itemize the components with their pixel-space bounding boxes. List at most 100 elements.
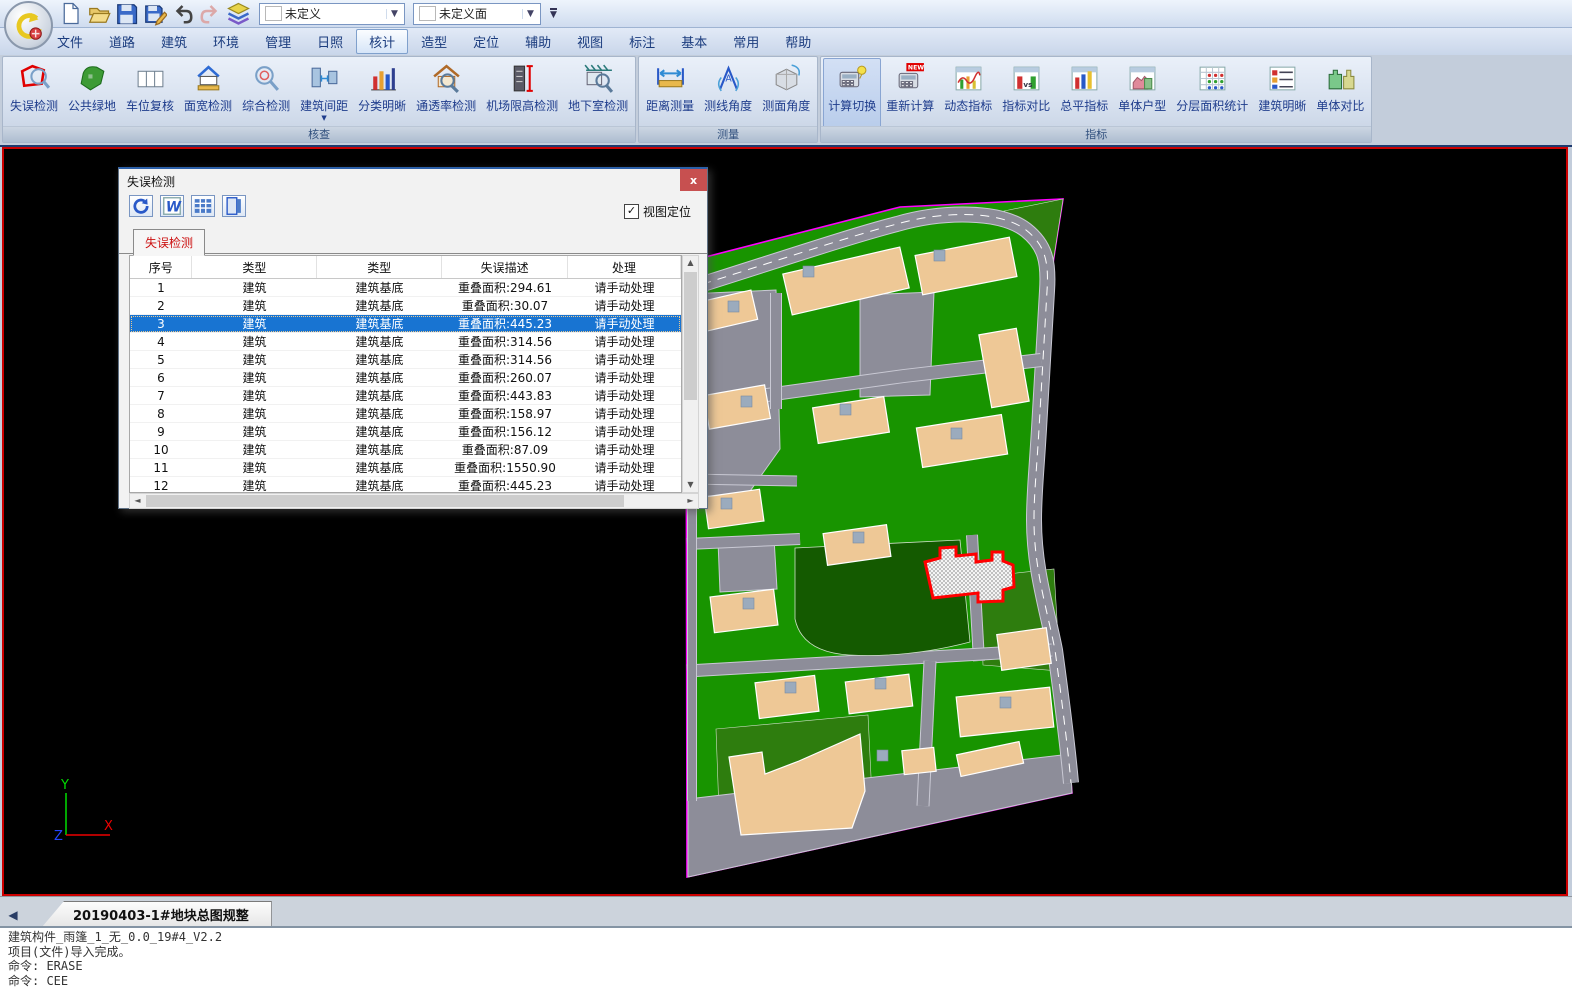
ribbon-button-动态指标[interactable]: 动态指标 [939, 58, 997, 128]
face-style-combo[interactable]: 未定义面 ▼ [413, 3, 541, 25]
column-header-4[interactable]: 处理 [568, 256, 681, 278]
ribbon-button-分层面积统计[interactable]: 分层面积统计 [1171, 58, 1253, 128]
ribbon-button-计算切换[interactable]: 计算切换 [823, 58, 881, 128]
ribbon-group-测量: 距离测量A测线角度测面角度测量 [638, 56, 818, 143]
ribbon-button-label: 综合检测 [242, 97, 290, 114]
document-tab[interactable]: 20190403-1#地块总图规整 [42, 901, 272, 927]
ribbon-button-机场限高检测[interactable]: 机场限高检测 [481, 58, 563, 128]
building-footprint[interactable] [997, 628, 1052, 671]
toolbar-overflow-icon[interactable]: ▼ [550, 8, 557, 19]
table-row[interactable]: 6建筑建筑基底重叠面积:260.07请手动处理 [130, 369, 681, 387]
ribbon-button-通透率检测[interactable]: 通透率检测 [411, 58, 481, 128]
building-footprint[interactable] [902, 747, 936, 774]
ribbon-button-地下室检测[interactable]: 地下室检测 [563, 58, 633, 128]
ribbon-button-公共绿地[interactable]: 公共绿地 [63, 58, 121, 128]
menu-tab-常用[interactable]: 常用 [720, 29, 772, 54]
table-row[interactable]: 10建筑建筑基底重叠面积:87.09请手动处理 [130, 441, 681, 459]
menu-tab-道路[interactable]: 道路 [96, 29, 148, 54]
ribbon-button-车位复核[interactable]: 车位复核 [121, 58, 179, 128]
layer-style-combo[interactable]: 未定义 ▼ [259, 3, 405, 25]
word-export-button[interactable]: W [160, 195, 184, 217]
column-header-1[interactable]: 类型 [192, 256, 317, 278]
table-row[interactable]: 4建筑建筑基底重叠面积:314.56请手动处理 [130, 333, 681, 351]
view-locate-checkbox[interactable]: ✓ [624, 204, 639, 219]
save-as-button[interactable] [142, 3, 167, 25]
error-table-header: 序号类型类型失误描述处理 [130, 256, 681, 279]
table-row[interactable]: 11建筑建筑基底重叠面积:1550.90请手动处理 [130, 459, 681, 477]
table-row[interactable]: 9建筑建筑基底重叠面积:156.12请手动处理 [130, 423, 681, 441]
menu-tab-标注[interactable]: 标注 [616, 29, 668, 54]
ribbon-button-label: 测面角度 [762, 97, 810, 114]
horizontal-scroll-thumb[interactable] [146, 495, 624, 507]
ribbon-button-测面角度[interactable]: 测面角度 [757, 58, 815, 128]
tab-error-detect[interactable]: 失误检测 [133, 229, 205, 256]
menu-tab-日照[interactable]: 日照 [304, 29, 356, 54]
menu-tab-辅助[interactable]: 辅助 [512, 29, 564, 54]
column-header-0[interactable]: 序号 [130, 256, 192, 278]
dialog-title[interactable]: 失误检测 [119, 169, 707, 193]
column-header-3[interactable]: 失误描述 [442, 256, 568, 278]
menu-tab-环境[interactable]: 环境 [200, 29, 252, 54]
error-detect-dialog[interactable]: 失误检测 x W ✓ 视图定位 失误检测 序号类型类型失误描述处理 1建筑建筑基… [118, 167, 708, 509]
table-row[interactable]: 2建筑建筑基底重叠面积:30.07请手动处理 [130, 297, 681, 315]
command-line-panel[interactable]: 建筑构件_雨篷_1_无_0.0_19#4_V2.2项目(文件)导入完成。命令: … [0, 926, 1572, 990]
scroll-down-icon[interactable]: ▼ [683, 478, 698, 492]
building-footprint[interactable] [710, 589, 778, 633]
ribbon-button-单体户型[interactable]: 单体户型 [1113, 58, 1171, 128]
ribbon-button-单体对比[interactable]: 单体对比 [1311, 58, 1369, 128]
layer-style-value: 未定义 [285, 5, 382, 22]
table-row[interactable]: 7建筑建筑基底重叠面积:443.83请手动处理 [130, 387, 681, 405]
ribbon-button-建筑间距[interactable]: 建筑间距▼ [295, 58, 353, 128]
close-panel-button[interactable] [222, 195, 246, 217]
refresh-button[interactable] [129, 195, 153, 217]
ribbon-button-建筑明晰[interactable]: 建筑明晰 [1253, 58, 1311, 128]
chevron-down-icon[interactable]: ▼ [386, 9, 402, 19]
ribbon-button-重新计算[interactable]: NEW重新计算 [881, 58, 939, 128]
save-button[interactable] [114, 3, 139, 25]
menu-tab-造型[interactable]: 造型 [408, 29, 460, 54]
table-row[interactable]: 3建筑建筑基底重叠面积:445.23请手动处理 [130, 315, 681, 333]
menu-tab-帮助[interactable]: 帮助 [772, 29, 824, 54]
unit-type-icon [1126, 62, 1159, 95]
menu-tab-建筑[interactable]: 建筑 [148, 29, 200, 54]
tab-scroll-left-icon[interactable]: ◀ [0, 908, 26, 927]
vertical-scrollbar[interactable]: ▲ ▼ [682, 255, 699, 493]
chevron-down-icon[interactable]: ▼ [321, 115, 326, 121]
table-export-button[interactable] [191, 195, 215, 217]
menu-tab-管理[interactable]: 管理 [252, 29, 304, 54]
scroll-right-icon[interactable]: ► [683, 494, 698, 508]
column-header-2[interactable]: 类型 [317, 256, 442, 278]
chevron-down-icon[interactable]: ▼ [522, 9, 538, 19]
ribbon-button-指标对比[interactable]: vs指标对比 [997, 58, 1055, 128]
ribbon-button-综合检测[interactable]: 综合检测 [237, 58, 295, 128]
table-row[interactable]: 12建筑建筑基底重叠面积:445.23请手动处理 [130, 477, 681, 493]
vertical-scroll-thumb[interactable] [684, 272, 697, 400]
error-table[interactable]: 序号类型类型失误描述处理 1建筑建筑基底重叠面积:294.61请手动处理2建筑建… [129, 255, 682, 493]
drawing-canvas[interactable]: Y X Z 失误检测 x W ✓ 视图定位 失误检测 序号类型类型失误描述处理 … [2, 147, 1568, 896]
menu-tab-基本[interactable]: 基本 [668, 29, 720, 54]
menu-tab-定位[interactable]: 定位 [460, 29, 512, 54]
ribbon-button-分类明晰[interactable]: 分类明晰 [353, 58, 411, 128]
ribbon-button-测线角度[interactable]: A测线角度 [699, 58, 757, 128]
menu-tab-视图[interactable]: 视图 [564, 29, 616, 54]
ribbon-button-面宽检测[interactable]: 面宽检测 [179, 58, 237, 128]
app-logo[interactable] [4, 1, 53, 50]
menu-tab-核计[interactable]: 核计 [356, 29, 408, 54]
table-cell: 建筑 [192, 405, 317, 422]
layers-button[interactable] [226, 3, 251, 25]
ribbon-button-距离测量[interactable]: 距离测量 [641, 58, 699, 128]
ribbon-button-失误检测[interactable]: 失误检测 [5, 58, 63, 128]
redo-button[interactable] [198, 3, 223, 25]
scroll-up-icon[interactable]: ▲ [683, 256, 698, 270]
document-tab-bar: ◀ 20190403-1#地块总图规整 [0, 896, 1572, 927]
new-file-button[interactable] [58, 3, 83, 25]
ribbon-button-总平指标[interactable]: 总平指标 [1055, 58, 1113, 128]
open-file-button[interactable] [86, 3, 111, 25]
table-row[interactable]: 5建筑建筑基底重叠面积:314.56请手动处理 [130, 351, 681, 369]
horizontal-scrollbar[interactable]: ◄ ► [129, 493, 699, 509]
table-row[interactable]: 1建筑建筑基底重叠面积:294.61请手动处理 [130, 279, 681, 297]
undo-button[interactable] [170, 3, 195, 25]
dialog-close-button[interactable]: x [680, 169, 707, 191]
scroll-left-icon[interactable]: ◄ [130, 494, 145, 508]
table-row[interactable]: 8建筑建筑基底重叠面积:158.97请手动处理 [130, 405, 681, 423]
